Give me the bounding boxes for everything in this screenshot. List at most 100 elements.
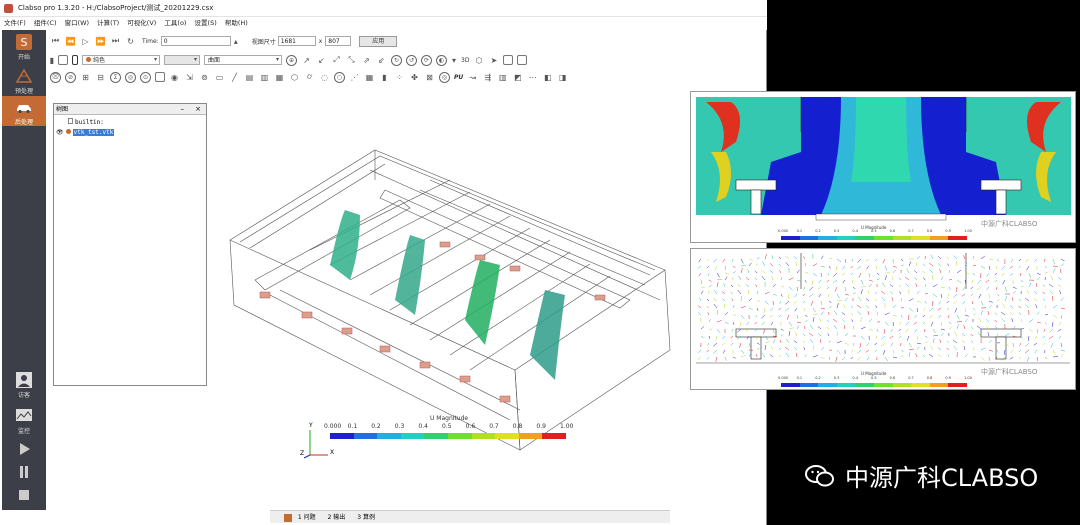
arrows-icon[interactable]: ⇶ xyxy=(482,72,493,83)
view-width-input[interactable]: 1681 xyxy=(277,36,316,46)
last-frame-icon[interactable]: ⏭ xyxy=(110,36,121,47)
spread-icon[interactable]: ⋯ xyxy=(527,72,538,83)
rotate-ccw-icon[interactable]: ↺ xyxy=(406,54,417,66)
toolbar-row-1: ⏮ ⏪ ▷ ⏩ ⏭ ↻ Time: 0 ▴ 视图尺寸 1681 x 807 应用 xyxy=(50,33,398,49)
colorbar-segment xyxy=(330,433,354,439)
play-icon[interactable]: ▷ xyxy=(80,36,91,47)
dock-item-visitor[interactable]: 访客 xyxy=(2,370,46,402)
menu-file[interactable]: 文件(F) xyxy=(4,19,26,27)
component-select[interactable] xyxy=(164,55,200,65)
menu-help[interactable]: 帮助(H) xyxy=(225,19,248,27)
contour-icon[interactable]: ◎ xyxy=(125,71,136,83)
tree-item-vtk[interactable]: 👁 vtk_tst.vtk xyxy=(56,129,115,137)
color-mode-select[interactable]: 纯色 xyxy=(82,55,160,65)
points-icon[interactable]: ⁘ xyxy=(394,72,405,83)
sphere-icon[interactable]: ○ xyxy=(334,71,345,83)
z-plus-icon[interactable]: ⇗ xyxy=(361,55,372,66)
palette-dropdown-icon[interactable]: ▾ xyxy=(451,55,457,66)
dock-item-postprocess[interactable]: 后处理 xyxy=(2,96,46,126)
box-icon[interactable]: ⬡ xyxy=(289,72,300,83)
delta-icon[interactable]: ◩ xyxy=(512,72,523,83)
bottom-inset-colorbar xyxy=(781,383,967,387)
tree-minimize-button[interactable]: – xyxy=(181,104,185,115)
z-minus-icon[interactable]: ⇙ xyxy=(376,55,387,66)
prev-frame-icon[interactable]: ⏪ xyxy=(65,36,76,47)
dock-item-monitor[interactable]: 监控 xyxy=(2,406,46,436)
frame-icon[interactable] xyxy=(58,55,68,65)
box-select-icon[interactable] xyxy=(503,55,514,65)
palette-icon[interactable]: ◐ xyxy=(436,54,447,66)
window-icon[interactable] xyxy=(517,55,528,65)
area-icon[interactable]: ◧ xyxy=(542,72,553,83)
loop-icon[interactable]: ↻ xyxy=(125,36,136,47)
calc-icon[interactable]: Σ xyxy=(110,71,121,83)
time-input[interactable]: 0 xyxy=(160,36,231,46)
camera-icon[interactable]: ◉ xyxy=(169,72,180,83)
select-arrow-icon[interactable]: ➤ xyxy=(488,55,499,66)
scale-icon[interactable]: ⇲ xyxy=(184,72,195,83)
y-minus-icon[interactable]: ⤡ xyxy=(346,55,357,66)
clip-icon[interactable]: ▥ xyxy=(259,72,270,83)
menu-window[interactable]: 窗口(W) xyxy=(65,19,90,27)
grid-icon[interactable]: ▦ xyxy=(364,72,375,83)
pu-label[interactable]: PU xyxy=(454,74,463,81)
glyph-icon[interactable]: ⊙ xyxy=(140,71,151,83)
cylinder-icon[interactable]: ⌭ xyxy=(304,72,315,83)
table-icon[interactable]: ▥ xyxy=(497,72,508,83)
filter-icon[interactable]: ⛒ xyxy=(50,71,61,83)
play-icon[interactable] xyxy=(17,442,31,456)
stream-icon[interactable]: ⋰ xyxy=(349,72,360,83)
dock-item-preprocess[interactable]: 预处理 xyxy=(2,66,46,95)
menu-compute[interactable]: 计算(T) xyxy=(97,19,119,27)
dock-item-start[interactable]: S 开始 xyxy=(2,32,46,64)
render-viewport[interactable]: Y Z X U Magnitude 0.000 0.1 0.2 0.3 0.4 0.5 0.… xyxy=(210,100,766,508)
extract-icon[interactable]: ⊟ xyxy=(95,72,106,83)
y-plus-icon[interactable]: ⤢ xyxy=(331,55,342,66)
x-minus-icon[interactable]: ↙ xyxy=(316,55,327,66)
merge-icon[interactable]: ⊠ xyxy=(424,72,435,83)
threshold-icon[interactable]: ▦ xyxy=(274,72,285,83)
sphere-source-icon[interactable]: ⊚ xyxy=(199,72,210,83)
tree-close-button[interactable]: × xyxy=(195,104,201,115)
vector-icon[interactable]: ↝ xyxy=(467,72,478,83)
region-icon[interactable]: ◨ xyxy=(557,72,568,83)
inset-colorbar-tick-label: 0.3 xyxy=(833,376,840,380)
pause-icon[interactable] xyxy=(17,465,31,479)
status-problems[interactable]: 1 问题 xyxy=(298,514,316,521)
stop-icon[interactable] xyxy=(17,488,31,502)
first-frame-icon[interactable]: ⏮ xyxy=(50,36,61,47)
colorbar-segment xyxy=(424,433,448,439)
target-icon[interactable]: ◎ xyxy=(439,71,450,83)
rotate-90-icon[interactable]: ⟳ xyxy=(421,54,432,66)
menu-tools[interactable]: 工具(o) xyxy=(164,19,186,27)
image-icon[interactable] xyxy=(155,72,165,82)
inset-colorbar-tick-label: 0.6 xyxy=(889,229,896,233)
line-source-icon[interactable]: ╱ xyxy=(229,72,240,83)
rotate-cw-icon[interactable]: ↻ xyxy=(391,54,402,66)
tree-item-builtin[interactable]: builtin: xyxy=(68,118,104,127)
cube-icon[interactable]: ⬡ xyxy=(473,55,484,66)
bars-icon[interactable]: ▮ xyxy=(379,72,390,83)
disk-icon[interactable]: ◌ xyxy=(319,72,330,83)
view-3d-label[interactable]: 3D xyxy=(461,57,469,64)
next-frame-icon[interactable]: ⏩ xyxy=(95,36,106,47)
dock-label-postprocess: 后处理 xyxy=(14,119,33,126)
status-cases[interactable]: 3 算例 xyxy=(357,514,375,521)
status-output[interactable]: 2 输出 xyxy=(328,514,346,521)
menu-visualize[interactable]: 可视化(V) xyxy=(127,19,156,27)
apply-button[interactable]: 应用 xyxy=(359,35,398,47)
time-spin-icon[interactable]: ▴ xyxy=(232,36,240,47)
eye-icon[interactable]: 👁 xyxy=(56,129,64,136)
menu-component[interactable]: 组件(C) xyxy=(34,19,57,27)
slot-icon[interactable] xyxy=(72,55,78,65)
view-height-input[interactable]: 807 xyxy=(325,36,352,46)
surface-mode-select[interactable]: 曲面 xyxy=(204,55,282,65)
block-icon[interactable]: ⊘ xyxy=(65,71,76,83)
slice-icon[interactable]: ▤ xyxy=(244,72,255,83)
menu-settings[interactable]: 设置(S) xyxy=(195,19,217,27)
cross-icon[interactable]: ✤ xyxy=(409,72,420,83)
grid-filter-icon[interactable]: ⊞ xyxy=(80,72,91,83)
reset-camera-icon[interactable]: ⊕ xyxy=(286,54,297,66)
x-plus-icon[interactable]: ↗ xyxy=(301,55,312,66)
plane-source-icon[interactable]: ▭ xyxy=(214,72,225,83)
